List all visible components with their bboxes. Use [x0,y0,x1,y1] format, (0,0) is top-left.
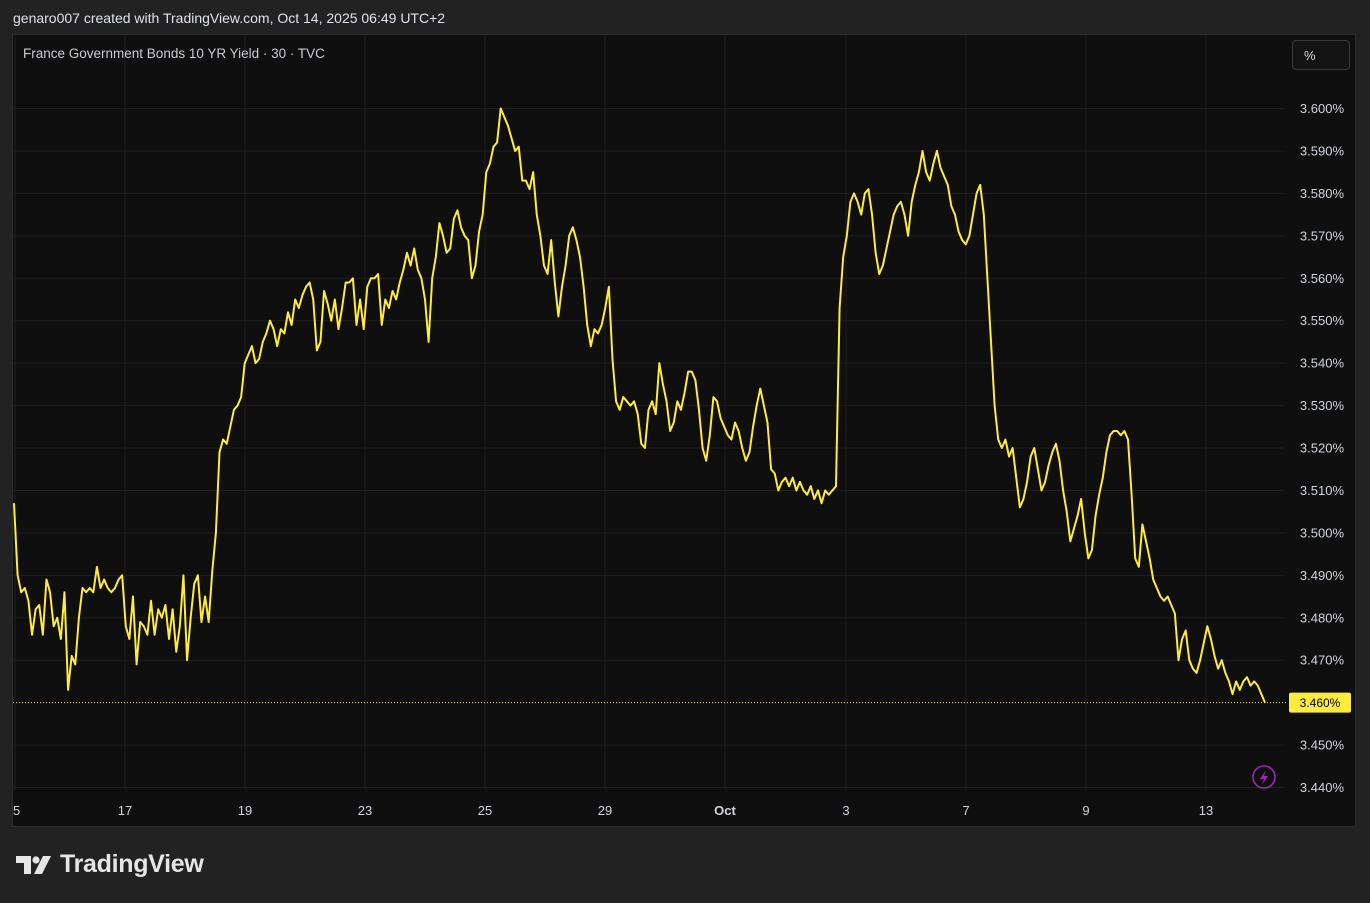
price-chart[interactable]: 3.600% 3.590% 3.580% 3.570% 3.560% 3.550% 3.54… [0,0,1370,903]
last-price-badge-label: 3.460% [1300,696,1341,710]
y-tick-label: 3.500% [1300,525,1345,540]
y-tick-label: 3.520% [1300,441,1345,456]
x-tick-label: 25 [478,803,492,818]
x-tick-label: 13 [1199,803,1213,818]
x-tick-label: 19 [238,803,252,818]
y-tick-label: 3.480% [1300,610,1345,625]
y-tick-label: 3.550% [1300,313,1345,328]
lightning-icon[interactable] [1252,765,1276,789]
last-price-badge: 3.460% [1289,692,1351,713]
y-tick-label: 3.600% [1300,101,1345,116]
time-axis-labels: 5 17 19 23 25 29 Oct 3 7 9 13 [13,803,1213,818]
y-tick-label: 3.510% [1300,483,1345,498]
price-axis-labels: 3.600% 3.590% 3.580% 3.570% 3.560% 3.550% 3.54… [1300,101,1345,795]
logo-text: TradingView [60,850,204,878]
x-tick-label: 3 [842,803,849,818]
y-tick-label: 3.530% [1300,398,1345,413]
x-tick-label: 29 [598,803,612,818]
y-tick-label: 3.440% [1300,780,1345,795]
x-tick-label: 23 [358,803,372,818]
y-tick-label: 3.560% [1300,271,1345,286]
y-tick-label: 3.490% [1300,568,1345,583]
x-tick-label: 5 [13,803,20,818]
percent-scale-label: % [1304,48,1316,63]
y-tick-label: 3.590% [1300,143,1345,158]
x-tick-label: 7 [962,803,969,818]
y-tick-label: 3.540% [1300,356,1345,371]
x-tick-label: 9 [1082,803,1089,818]
tradingview-logo-icon [16,855,51,874]
y-tick-label: 3.470% [1300,653,1345,668]
y-tick-label: 3.570% [1300,228,1345,243]
x-tick-label: 17 [118,803,132,818]
series-title: France Government Bonds 10 YR Yield · 30… [23,46,325,61]
tradingview-logo[interactable]: TradingView [14,850,204,879]
y-tick-label: 3.580% [1300,186,1345,201]
y-tick-label: 3.450% [1300,738,1345,753]
x-tick-label: Oct [714,803,736,818]
percent-scale-button[interactable]: % [1292,40,1350,70]
